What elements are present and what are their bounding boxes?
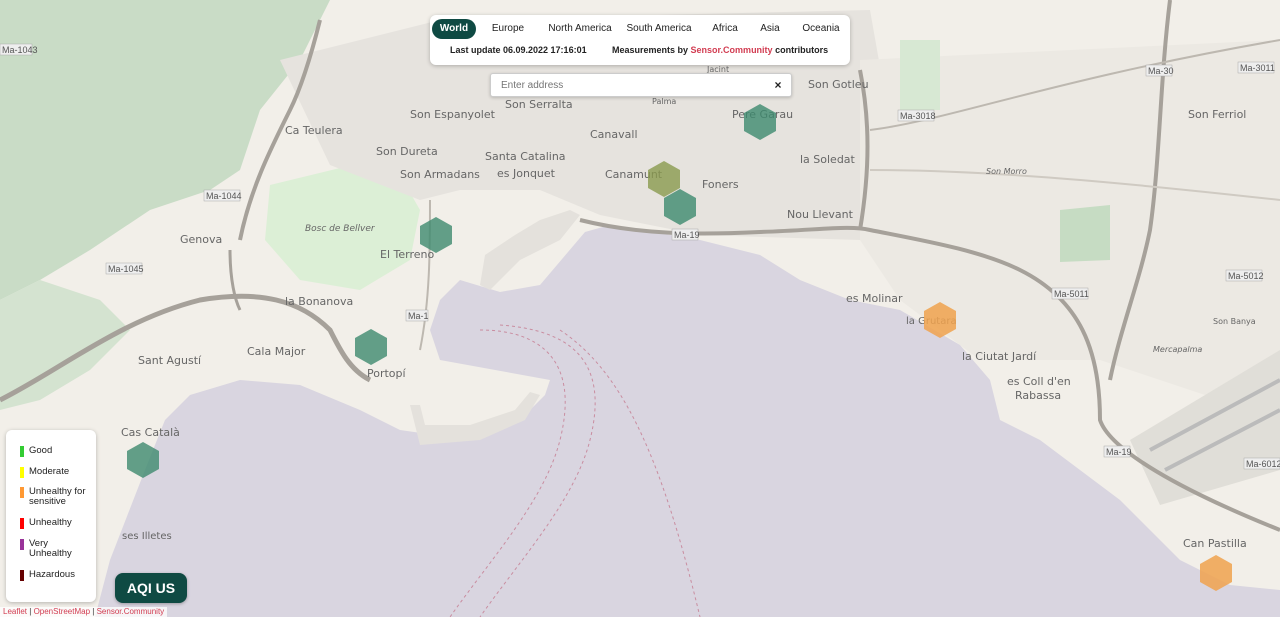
place-label: Son Morro	[986, 167, 1027, 176]
legend-label: Hazardous	[29, 569, 75, 580]
tab-north-america[interactable]: North America	[540, 19, 620, 39]
svg-text:Ma-3018: Ma-3018	[900, 111, 936, 121]
place-label: Rabassa	[1015, 389, 1061, 402]
road-ref-shield: Ma-1	[405, 309, 429, 322]
svg-text:Ma-1: Ma-1	[408, 311, 429, 321]
legend-swatch	[20, 467, 24, 478]
road-ref-shield: Ma-1043	[0, 43, 38, 56]
place-label: Foners	[702, 178, 739, 191]
place-label: la Soledat	[800, 153, 856, 166]
svg-text:Ma-30: Ma-30	[1148, 66, 1174, 76]
legend-label: Unhealthy	[29, 517, 72, 528]
svg-text:Ma-19: Ma-19	[1106, 447, 1132, 457]
openstreetmap-link[interactable]: OpenStreetMap	[34, 607, 90, 616]
legend-swatch	[20, 487, 24, 498]
legend-swatch	[20, 539, 24, 550]
status-row: Last update 06.09.2022 17:16:01 Measurem…	[430, 45, 850, 59]
place-label: Santa Catalina	[485, 150, 566, 163]
place-label: Son Serralta	[505, 98, 573, 111]
place-label: Son Espanyolet	[410, 108, 496, 121]
legend-label: Moderate	[29, 466, 70, 477]
road-ref-shield: Ma-3011	[1237, 61, 1275, 74]
top-panel: World Europe North America South America…	[430, 15, 850, 65]
aqi-legend: Good Moderate Unhealthy for sensitive Un…	[6, 430, 96, 602]
sensor-community-attribution-link[interactable]: Sensor.Community	[97, 607, 165, 616]
address-search-input[interactable]	[501, 76, 761, 94]
place-label: Son Banya	[1213, 317, 1256, 326]
legend-swatch	[20, 570, 24, 581]
road-ref-shield: Ma-1045	[105, 262, 144, 275]
credits-suffix: contributors	[775, 45, 829, 55]
leaflet-link[interactable]: Leaflet	[3, 607, 27, 616]
place-label: El Terreno	[380, 248, 434, 261]
tab-europe[interactable]: Europe	[484, 19, 532, 39]
tab-world[interactable]: World	[432, 19, 476, 39]
place-label: Palma	[652, 97, 676, 106]
place-label: Son Armadans	[400, 168, 480, 181]
road-ref-shield: Ma-1044	[203, 189, 242, 202]
place-label: Nou Llevant	[787, 208, 854, 221]
tab-asia[interactable]: Asia	[754, 19, 786, 39]
road-ref-shield: Ma-5012	[1225, 269, 1264, 282]
place-label: Cala Major	[247, 345, 306, 358]
svg-text:Ma-1043: Ma-1043	[2, 45, 38, 55]
svg-text:Ma-1045: Ma-1045	[108, 264, 144, 274]
place-label: la Ciutat Jardí	[962, 350, 1037, 363]
place-label: Son Dureta	[376, 145, 438, 158]
place-label: Sant Agustí	[138, 354, 202, 367]
svg-text:Ma-5012: Ma-5012	[1228, 271, 1264, 281]
road-ref-shield: Ma-6012	[1243, 457, 1280, 470]
legend-label: Good	[29, 445, 53, 456]
road-ref-shield: Ma-30	[1145, 64, 1174, 77]
place-label: Portopí	[367, 367, 407, 380]
place-label: Mercapalma	[1153, 345, 1202, 354]
svg-text:Ma-19: Ma-19	[674, 230, 700, 240]
tab-south-america[interactable]: South America	[624, 19, 694, 39]
map-attribution: Leaflet | OpenStreetMap | Sensor.Communi…	[0, 607, 168, 617]
place-label: la Bonanova	[285, 295, 353, 308]
svg-text:Ma-5011: Ma-5011	[1054, 289, 1089, 299]
road-ref-shield: Ma-5011	[1051, 287, 1089, 300]
tab-africa[interactable]: Africa	[704, 19, 746, 39]
place-label: es Jonquet	[497, 167, 556, 180]
svg-text:Ma-3011: Ma-3011	[1240, 63, 1275, 73]
place-label: Cas Català	[121, 426, 180, 439]
last-update-text: Last update 06.09.2022 17:16:01	[450, 45, 587, 55]
place-label: Bosc de Bellver	[305, 224, 376, 234]
tab-oceania[interactable]: Oceania	[796, 19, 846, 39]
sensor-community-link[interactable]: Sensor.Community	[691, 45, 773, 55]
clear-icon[interactable]: ×	[771, 77, 785, 93]
legend-swatch	[20, 518, 24, 529]
place-label: es Coll d'en	[1007, 375, 1071, 388]
legend-swatch	[20, 446, 24, 457]
legend-label: Unhealthy for sensitive	[29, 486, 86, 507]
green-field	[900, 40, 940, 110]
address-search: ×	[490, 73, 792, 97]
road-ref-shield: Ma-19	[671, 228, 700, 241]
legend-label: Very Unhealthy	[29, 538, 72, 559]
credits-text: Measurements by Sensor.Community contrib…	[612, 45, 828, 55]
credits-prefix: Measurements by	[612, 45, 689, 55]
place-label: es Molinar	[846, 292, 903, 305]
place-label: Son Ferriol	[1188, 108, 1246, 121]
region-tabs: World Europe North America South America…	[430, 19, 850, 39]
place-label: Ca Teulera	[285, 124, 343, 137]
aqi-us-button[interactable]: AQI US	[115, 573, 187, 603]
road-ref-shield: Ma-19	[1103, 445, 1132, 458]
place-label: Canavall	[590, 128, 638, 141]
place-label: ses Illetes	[122, 531, 172, 542]
svg-text:Ma-6012: Ma-6012	[1246, 459, 1280, 469]
place-label: Genova	[180, 233, 222, 246]
place-label: Can Pastilla	[1183, 537, 1247, 550]
place-label: Son Gotleu	[808, 78, 869, 91]
road-ref-shield: Ma-3018	[897, 109, 936, 122]
green-field	[1060, 205, 1110, 262]
svg-text:Ma-1044: Ma-1044	[206, 191, 242, 201]
